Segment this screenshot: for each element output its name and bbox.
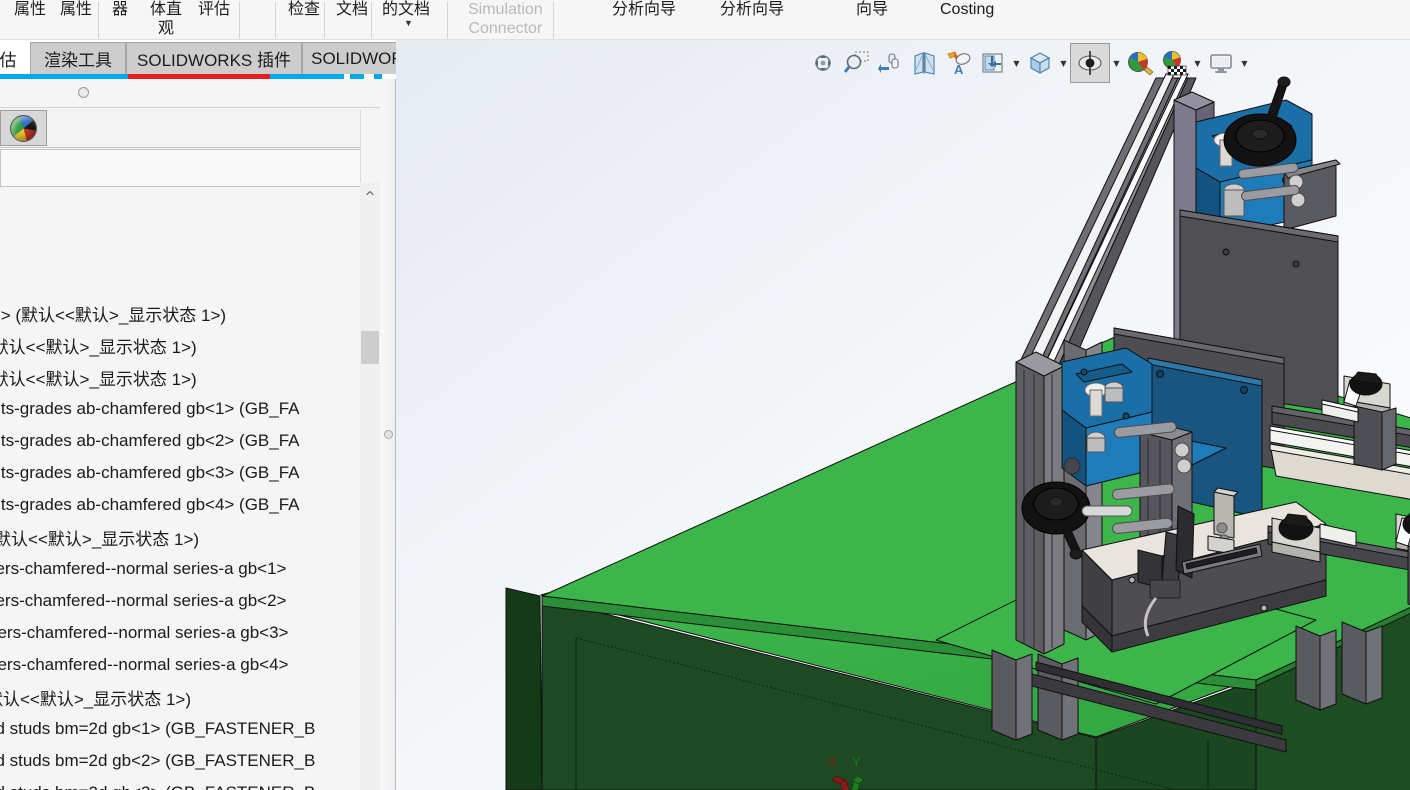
ribbon-group-label-2[interactable]: 器 xyxy=(112,0,128,40)
view-orientation-icon[interactable]: A xyxy=(942,44,976,82)
tree-item[interactable]: nuts-grades ab-chamfered gb<3> (GB_FA xyxy=(0,457,300,489)
ribbon-tab-1[interactable]: 渲染工具 xyxy=(30,42,126,74)
ribbon-label-line: Connector xyxy=(468,20,543,37)
ribbon-group-label-1[interactable]: 属性 xyxy=(60,0,92,40)
ribbon-group-label-3[interactable]: 体直观 xyxy=(150,0,182,40)
ribbon-group-label-8[interactable]: Simulation Connector xyxy=(468,0,543,40)
ribbon-label-line: 属性 xyxy=(60,1,93,18)
solidworks-window: 属性 属性器体直观评估 检查 文档 的文档 Simulation Connector 分析向导… xyxy=(0,0,1410,790)
feature-tree-scrollbar[interactable] xyxy=(360,110,380,790)
ribbon-label-line: 检查 xyxy=(288,1,321,18)
ribbon-command-labels: 属性 属性器体直观评估 检查 文档 的文档 Simulation Connector 分析向导… xyxy=(0,0,1410,40)
svg-text:A: A xyxy=(954,62,964,76)
ribbon-group-label-0[interactable]: 属性 xyxy=(14,0,46,40)
ribbon-label-line: 观 xyxy=(158,20,175,37)
zoom-to-fit-icon[interactable] xyxy=(806,44,840,82)
tree-item[interactable]: hers-chamfered--normal series-a gb<2> xyxy=(0,585,286,617)
ribbon-separator-1 xyxy=(239,2,240,38)
feature-tree: A<1> (默认<<默认>_显示状态 1>)(默认<<默认>_显示状态 1>)(… xyxy=(0,189,360,790)
graphics-viewport[interactable]: X Y Z xyxy=(396,40,1410,790)
coordinate-triad: X Y Z xyxy=(828,754,865,790)
view-cube-icon[interactable] xyxy=(1023,44,1057,82)
zoom-to-area-icon[interactable] xyxy=(840,44,874,82)
ribbon-separator-2 xyxy=(275,2,276,38)
apply-scene-icon[interactable] xyxy=(1157,44,1191,82)
ribbon-dropdown-caret-icon[interactable]: ▼ xyxy=(404,18,413,28)
tree-item[interactable]: nd studs bm=2d gb<1> (GB_FASTENER_B xyxy=(0,713,315,745)
section-view-icon[interactable] xyxy=(908,44,942,82)
ribbon-label-line: Simulation xyxy=(468,1,543,18)
previous-view-icon[interactable] xyxy=(874,44,908,82)
ribbon-separator-5 xyxy=(447,2,448,38)
appearance-toolbar: › xyxy=(0,108,382,148)
ribbon-group-label-4[interactable]: 评估 xyxy=(198,0,230,40)
ribbon-label-line: 文档 xyxy=(336,1,369,18)
tree-item[interactable]: nuts-grades ab-chamfered gb<1> (GB_FA xyxy=(0,393,300,425)
tree-item[interactable]: A<1> (默认<<默认>_显示状态 1>) xyxy=(0,297,226,329)
ribbon-group-label-11[interactable]: 向导 xyxy=(856,0,888,40)
ribbon-label-line: 分析向导 xyxy=(612,1,677,18)
ribbon-separator-3 xyxy=(324,2,325,38)
panel-radio-toggle[interactable] xyxy=(78,87,89,98)
tree-item[interactable]: hers-chamfered--normal series-a gb<1> xyxy=(0,553,286,585)
ribbon-label-line: 体直 xyxy=(150,1,183,18)
ribbon-group-label-5[interactable]: 检查 xyxy=(288,0,320,40)
view-settings-dropdown-caret-icon[interactable]: ▼ xyxy=(1238,59,1251,68)
ribbon-tab-2[interactable]: SOLIDWORKS 插件 xyxy=(126,42,302,74)
tree-item[interactable]: nd studs bm=2d gb<2> (GB_FASTENER_B xyxy=(0,745,315,777)
triad-x-label: X xyxy=(828,754,837,769)
tree-item[interactable]: hers-chamfered--normal series-a gb<3> xyxy=(0,617,288,649)
tree-item[interactable]: nuts-grades ab-chamfered gb<2> (GB_FA xyxy=(0,425,300,457)
ribbon-group-label-6[interactable]: 文档 xyxy=(336,0,368,40)
component-name-field[interactable] xyxy=(0,149,378,187)
tree-item[interactable]: · (默认<<默认>_显示状态 1>) xyxy=(0,521,199,553)
tree-item[interactable]: 默认<<默认>_显示状态 1>) xyxy=(0,681,191,713)
edit-appearance-icon[interactable] xyxy=(1123,44,1157,82)
tree-item[interactable]: nuts-grades ab-chamfered gb<4> (GB_FA xyxy=(0,489,300,521)
ribbon-label-line: 评估 xyxy=(198,1,231,18)
ribbon-label-line: Costing xyxy=(940,1,995,18)
ribbon-separator-6 xyxy=(553,2,554,38)
appearance-color-button[interactable] xyxy=(0,110,47,146)
solidworks-appearance-sphere-icon xyxy=(10,114,37,142)
model-3d-assembly xyxy=(396,40,1410,790)
apply-scene-dropdown-caret-icon[interactable]: ▼ xyxy=(1191,59,1204,68)
tree-item[interactable]: hers-chamfered--normal series-a gb<4> xyxy=(0,649,288,681)
ribbon-label-line: 的文档 xyxy=(382,1,431,18)
ribbon-tab-0[interactable]: 估 xyxy=(0,42,30,74)
display-style-dropdown-caret-icon[interactable]: ▼ xyxy=(1010,59,1023,68)
ribbon-label-line: 器 xyxy=(112,1,129,18)
ribbon-label-line: 分析向导 xyxy=(720,1,785,18)
ribbon-label-line: 属性 xyxy=(14,1,47,18)
view-settings-icon[interactable] xyxy=(1204,44,1238,82)
ribbon-group-label-10[interactable]: 分析向导 xyxy=(720,0,784,40)
heads-up-view-toolbar: A ▼ ▼ ▼ ▼ ▼ xyxy=(806,42,1251,84)
ribbon-label-line: 向导 xyxy=(856,1,889,18)
ribbon-group-label-9[interactable]: 分析向导 xyxy=(612,0,676,40)
splitter-grip-handle[interactable] xyxy=(384,430,393,439)
panel-tab-row xyxy=(0,79,382,108)
tree-item[interactable]: (默认<<默认>_显示状态 1>) xyxy=(0,329,197,361)
scrollbar-thumb[interactable] xyxy=(361,331,379,364)
ribbon-separator-4 xyxy=(371,2,372,38)
view-cube-dropdown-caret-icon[interactable]: ▼ xyxy=(1057,59,1070,68)
display-style-icon[interactable] xyxy=(976,44,1010,82)
ribbon-group-label-12[interactable]: Costing xyxy=(940,0,994,40)
tree-item[interactable]: (默认<<默认>_显示状态 1>) xyxy=(0,361,197,393)
scrollbar-up-arrow-icon[interactable]: ^ xyxy=(360,186,380,208)
hide-show-items-icon[interactable] xyxy=(1070,43,1110,83)
feature-manager-panel: › A<1> (默认<<默认>_显示状态 1>)(默认<<默认>_显示状态 1>… xyxy=(0,79,382,790)
hide-show-items-dropdown-caret-icon[interactable]: ▼ xyxy=(1110,59,1123,68)
scrollbar-track-top xyxy=(360,110,380,182)
tree-item[interactable]: nd studs bm=2d gb<3> (GB_FASTENER_B xyxy=(0,777,315,790)
triad-y-label: Y xyxy=(852,754,861,769)
ribbon-separator-0 xyxy=(98,2,99,38)
